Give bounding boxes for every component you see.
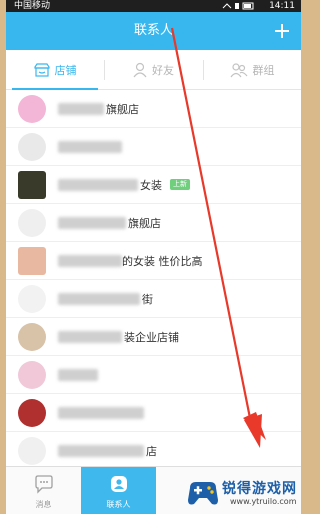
top-header: 联系人	[6, 12, 301, 50]
contacts-icon	[111, 476, 127, 492]
plus-icon[interactable]	[271, 20, 293, 42]
tab-shops[interactable]: 店铺	[6, 50, 104, 90]
chat-bubble-icon	[35, 475, 53, 494]
avatar	[18, 133, 46, 161]
status-bar: 中国移动 14:11	[6, 0, 301, 12]
list-item[interactable]	[6, 128, 301, 166]
list-item[interactable]: 旗舰店	[6, 90, 301, 128]
app-frame: 中国移动 14:11 联系人 店铺 好友 群组 旗舰店 女装 上新 旗舰店 的女…	[6, 0, 301, 514]
person-icon	[133, 62, 147, 78]
signal-battery-icons	[222, 2, 254, 10]
contact-name-suffix: 旗舰店	[106, 103, 139, 116]
clock: 14:11	[269, 1, 295, 11]
blurred-name	[58, 103, 104, 115]
contact-name-suffix: 旗舰店	[128, 217, 161, 230]
avatar	[18, 399, 46, 427]
list-item[interactable]: 街	[6, 280, 301, 318]
new-badge: 上新	[170, 179, 190, 190]
list-item[interactable]: 的女装 性价比高	[6, 242, 301, 280]
list-item[interactable]: 女装 上新	[6, 166, 301, 204]
avatar	[18, 323, 46, 351]
site-watermark: 锐得游戏网 www.ytruilo.com	[186, 476, 304, 510]
contact-tabs: 店铺 好友 群组	[6, 50, 301, 90]
watermark-url: www.ytruilo.com	[230, 497, 297, 506]
tab-shops-label: 店铺	[54, 64, 77, 77]
carrier-label: 中国移动	[14, 1, 51, 11]
shop-icon	[33, 63, 50, 77]
contact-name-suffix: 装企业店铺	[124, 331, 179, 344]
gamepad-logo-icon	[188, 482, 218, 505]
blurred-name	[58, 369, 98, 381]
avatar	[18, 95, 46, 123]
tab-groups-label: 群组	[252, 64, 275, 77]
nav-messages[interactable]: 消息	[6, 467, 81, 514]
contact-name-suffix: 的女装 性价比高	[122, 255, 203, 268]
blurred-name	[58, 445, 144, 457]
page-title: 联系人	[133, 23, 173, 38]
nav-messages-label: 消息	[35, 500, 52, 509]
avatar	[18, 285, 46, 313]
blurred-name	[58, 293, 140, 305]
contact-name-suffix: 街	[142, 293, 153, 306]
list-item[interactable]	[6, 356, 301, 394]
list-item[interactable]: 旗舰店	[6, 204, 301, 242]
nav-contacts-label: 联系人	[106, 500, 131, 509]
nav-contacts[interactable]: 联系人	[81, 467, 156, 514]
list-item[interactable]: 店	[6, 432, 301, 470]
avatar	[18, 437, 46, 465]
blurred-name	[58, 407, 144, 419]
list-item[interactable]: 装企业店铺	[6, 318, 301, 356]
blurred-name	[58, 331, 122, 343]
blurred-name	[58, 217, 126, 229]
avatar	[18, 247, 46, 275]
list-item[interactable]	[6, 394, 301, 432]
watermark-title: 锐得游戏网	[222, 481, 297, 497]
avatar	[18, 209, 46, 237]
blurred-name	[58, 141, 122, 153]
contact-name-suffix: 店	[146, 445, 157, 458]
avatar	[18, 361, 46, 389]
blurred-name	[58, 255, 122, 267]
tab-groups[interactable]: 群组	[203, 50, 301, 90]
contact-name-suffix: 女装	[140, 179, 162, 192]
blurred-name	[58, 179, 138, 191]
avatar	[18, 171, 46, 199]
tab-friends[interactable]: 好友	[104, 50, 203, 90]
group-icon	[230, 63, 247, 78]
tab-friends-label: 好友	[152, 64, 174, 77]
